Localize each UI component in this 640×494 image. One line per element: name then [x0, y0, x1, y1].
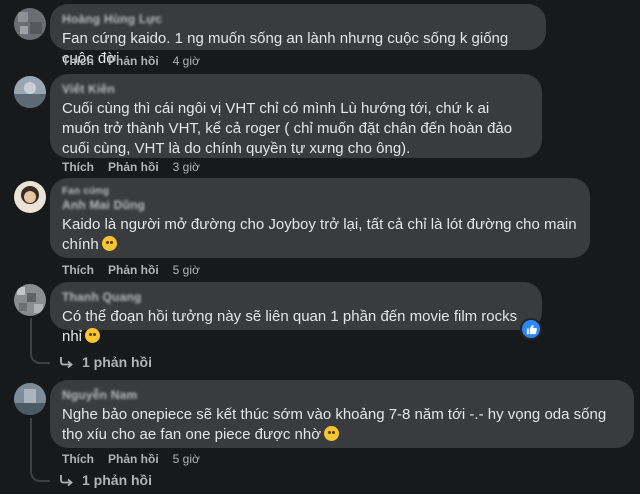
rofl-emoji	[101, 236, 117, 251]
comment-author[interactable]: Nguyễn Nam	[62, 388, 622, 402]
comment-author[interactable]: Thanh Quang	[62, 290, 530, 304]
comment-text: Nghe bảo onepiece sẽ kết thúc sớm vào kh…	[62, 405, 622, 445]
comment-text: Cuối cùng thì cái ngôi vị VHT chỉ có mìn…	[62, 100, 517, 157]
thumbs-up-icon	[526, 324, 537, 334]
thread-connector	[30, 318, 50, 364]
like-link[interactable]: Thích	[62, 160, 94, 174]
avatar[interactable]	[14, 383, 46, 415]
like-link[interactable]: Thích	[62, 452, 94, 466]
comment-actions: Thích Phản hồi 5 giờ	[62, 262, 200, 278]
comment-text-content: Kaido là người mở đường cho Joyboy trở l…	[62, 216, 581, 253]
avatar[interactable]	[14, 181, 46, 213]
reply-arrow-icon	[60, 475, 73, 486]
reply-link[interactable]: Phản hồi	[108, 160, 159, 174]
comment-actions: Thích Phản hồi 4 giờ	[62, 53, 200, 69]
comment-text: Có thể đoạn hồi tưởng này sẽ liên quan 1…	[62, 307, 530, 347]
comment-actions: Thích Phản hồi 5 giờ	[62, 451, 200, 467]
reply-link[interactable]: Phản hồi	[108, 54, 159, 68]
comment-actions: Thích Phản hồi 3 giờ	[62, 159, 200, 175]
comment-bubble: Nguyễn Nam Nghe bảo onepiece sẽ kết thúc…	[50, 380, 634, 448]
avatar[interactable]	[14, 8, 46, 40]
worried-emoji	[324, 426, 340, 441]
comment-author[interactable]: Anh Mai Dũng	[62, 198, 578, 212]
replies-count[interactable]: 1 phản hồi	[82, 354, 152, 370]
comment-text-content: Có thể đoạn hồi tưởng này sẽ liên quan 1…	[62, 308, 522, 345]
view-replies-link[interactable]: 1 phản hồi	[60, 354, 152, 370]
comment-time[interactable]: 5 giờ	[173, 263, 200, 277]
replies-count[interactable]: 1 phản hồi	[82, 472, 152, 488]
comment-time[interactable]: 5 giờ	[173, 452, 200, 466]
thread-connector	[30, 418, 50, 482]
avatar[interactable]	[14, 284, 46, 316]
comment-bubble: Fan cứng Anh Mai Dũng Kaido là người mở …	[50, 178, 590, 258]
smirk-emoji	[85, 328, 101, 343]
comment-author[interactable]: Hoàng Hùng Lực	[62, 12, 534, 26]
like-reaction-badge[interactable]	[520, 318, 542, 340]
comment-bubble: Viết Kiên Cuối cùng thì cái ngôi vị VHT …	[50, 74, 542, 158]
comment-text: Kaido là người mở đường cho Joyboy trở l…	[62, 215, 578, 255]
reply-link[interactable]: Phản hồi	[108, 452, 159, 466]
comment-bubble: Thanh Quang Có thể đoạn hồi tưởng này sẽ…	[50, 282, 542, 345]
avatar[interactable]	[14, 76, 46, 108]
comment-time[interactable]: 3 giờ	[173, 160, 200, 174]
comment-author[interactable]: Viết Kiên	[62, 82, 530, 96]
comment-bubble: Hoàng Hùng Lực Fan cứng kaido. 1 ng muốn…	[50, 4, 546, 67]
view-replies-link[interactable]: 1 phản hồi	[60, 472, 152, 488]
reply-link[interactable]: Phản hồi	[108, 263, 159, 277]
like-link[interactable]: Thích	[62, 263, 94, 277]
comment-time[interactable]: 4 giờ	[173, 54, 200, 68]
like-link[interactable]: Thích	[62, 54, 94, 68]
reply-arrow-icon	[60, 357, 73, 368]
comment-author-badge: Fan cứng	[62, 186, 110, 197]
